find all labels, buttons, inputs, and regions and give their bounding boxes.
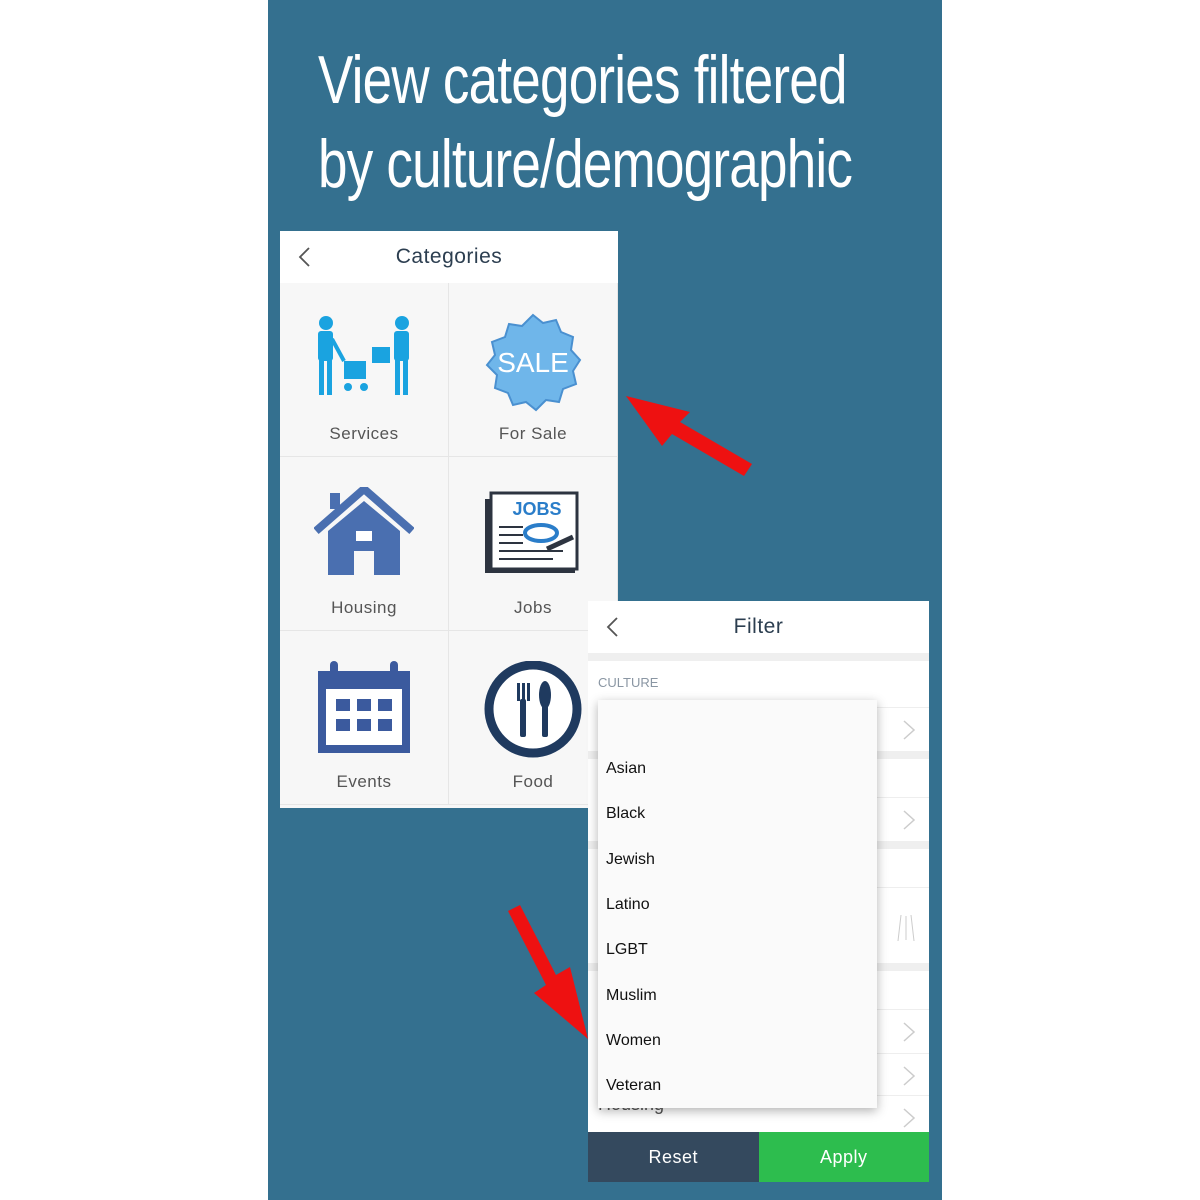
dropdown-option[interactable]: Asian xyxy=(606,760,646,778)
dropdown-option[interactable]: LGBT xyxy=(606,941,648,959)
category-housing[interactable]: Housing xyxy=(280,457,449,631)
filter-actions: Reset Apply xyxy=(588,1132,929,1182)
divider xyxy=(588,653,929,661)
calendar-icon xyxy=(318,661,410,753)
jobs-newspaper-icon: JOBS xyxy=(485,491,579,573)
back-chevron-icon[interactable] xyxy=(602,615,626,639)
categories-screen: Categories Services SALE For Sale Housin… xyxy=(280,231,618,808)
road-icon xyxy=(897,914,915,942)
headline-line-2: by culture/demographic xyxy=(318,126,853,202)
house-icon xyxy=(314,487,414,575)
dropdown-option[interactable]: Latino xyxy=(606,896,650,914)
dropdown-option[interactable]: Black xyxy=(606,805,645,823)
page-title: Filter xyxy=(733,615,784,638)
chevron-right-icon xyxy=(903,1108,915,1128)
category-label: Housing xyxy=(331,598,397,617)
apply-button[interactable]: Apply xyxy=(758,1132,929,1182)
chevron-right-icon xyxy=(903,720,915,740)
chevron-right-icon xyxy=(903,810,915,830)
dropdown-option[interactable]: Jewish xyxy=(606,851,655,869)
chevron-right-icon xyxy=(903,1022,915,1042)
svg-text:SALE: SALE xyxy=(497,347,569,378)
svg-text:JOBS: JOBS xyxy=(512,499,561,519)
headline-line-1: View categories filtered xyxy=(318,42,847,118)
category-services[interactable]: Services xyxy=(280,283,449,457)
culture-dropdown: Asian Black Jewish Latino LGBT Muslim Wo… xyxy=(598,700,877,1108)
red-arrow-icon xyxy=(626,396,752,476)
back-chevron-icon[interactable] xyxy=(294,245,318,269)
categories-header: Categories xyxy=(280,231,618,283)
category-events[interactable]: Events xyxy=(280,631,449,805)
dropdown-option[interactable]: Women xyxy=(606,1032,661,1050)
headline: View categories filtered by culture/demo… xyxy=(318,38,853,206)
category-label: For Sale xyxy=(498,424,568,443)
reset-button[interactable]: Reset xyxy=(588,1132,759,1182)
dropdown-option[interactable]: Veteran xyxy=(606,1077,661,1095)
dropdown-option[interactable]: Muslim xyxy=(606,987,657,1005)
category-label: Services xyxy=(329,424,399,443)
chevron-right-icon xyxy=(903,1066,915,1086)
filter-header: Filter xyxy=(588,601,929,653)
red-arrow-icon xyxy=(508,905,588,1039)
fork-knife-icon xyxy=(484,661,582,758)
category-for-sale[interactable]: SALE For Sale xyxy=(449,283,618,457)
category-label: Events xyxy=(336,772,392,791)
sale-badge-icon: SALE xyxy=(485,313,582,412)
services-icon xyxy=(318,316,409,395)
page-title: Categories xyxy=(395,245,503,268)
